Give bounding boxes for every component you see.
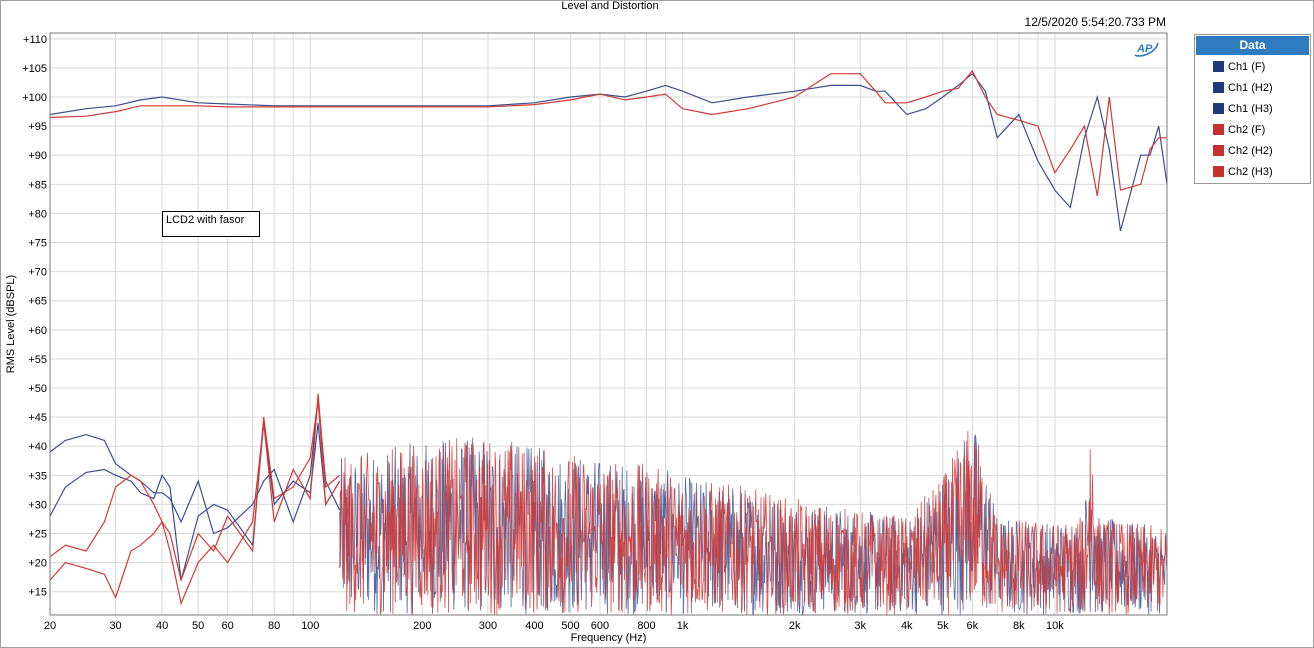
x-tick-label: 5k xyxy=(937,620,949,632)
annotation-box: LCD2 with fasor xyxy=(162,211,260,237)
y-tick-label: +30 xyxy=(28,499,47,511)
legend-label: Ch1 (F) xyxy=(1228,60,1266,73)
harmonic-noise-band xyxy=(339,430,1168,617)
x-tick-label: 8k xyxy=(1013,620,1025,632)
x-tick-label: 40 xyxy=(156,620,168,632)
series-line-ch2-h3- xyxy=(49,393,341,606)
legend-header: Data xyxy=(1196,36,1309,55)
chart-svg: +110 +105 +100 +95 +90 +85 +80 +75 +70 +65 +60 +55 +… xyxy=(5,32,1168,644)
x-tick-label: 50 xyxy=(192,620,204,632)
y-tick-label: +60 xyxy=(28,325,47,337)
y-tick-label: +65 xyxy=(28,296,47,308)
legend-swatch xyxy=(1213,124,1224,135)
x-tick-label: 30 xyxy=(109,620,121,632)
series-line-ch2-f- xyxy=(49,69,1167,197)
y-tick-label: +80 xyxy=(28,208,47,220)
y-tick-label: +25 xyxy=(28,529,47,541)
legend-items: Ch1 (F) Ch1 (H2) Ch1 (H3) Ch2 (F) Ch2 (H2) Ch… xyxy=(1195,56,1310,182)
legend-item[interactable]: Ch2 (H2) xyxy=(1195,140,1310,161)
legend-panel: Data Ch1 (F) Ch1 (H2) Ch1 (H3) Ch2 (F) Ch2 (… xyxy=(1194,34,1311,184)
y-tick-label: +85 xyxy=(28,179,47,191)
y-tick-label: +45 xyxy=(28,412,47,424)
legend-swatch xyxy=(1213,61,1224,72)
x-axis-label: Frequency (Hz) xyxy=(571,632,647,644)
legend-item[interactable]: Ch2 (F) xyxy=(1195,119,1310,140)
legend-label: Ch2 (H2) xyxy=(1228,144,1273,157)
y-tick-label: +100 xyxy=(22,92,47,104)
x-tick-label: 200 xyxy=(413,620,431,632)
y-tick-label: +15 xyxy=(28,587,47,599)
y-tick-label: +110 xyxy=(23,34,47,46)
x-tick-label: 400 xyxy=(525,620,543,632)
x-tick-label: 3k xyxy=(854,620,866,632)
x-tick-label: 60 xyxy=(222,620,234,632)
y-tick-label: +90 xyxy=(28,150,47,162)
x-tick-label: 20 xyxy=(44,620,56,632)
x-tick-label: 600 xyxy=(591,620,609,632)
y-tick-label: +35 xyxy=(28,470,47,482)
y-tick-label: +50 xyxy=(28,383,47,395)
legend-swatch xyxy=(1213,145,1224,156)
legend-item[interactable]: Ch1 (F) xyxy=(1195,56,1310,77)
x-tick-label: 800 xyxy=(637,620,655,632)
legend-label: Ch2 (H3) xyxy=(1228,165,1273,178)
x-tick-label: 10k xyxy=(1046,620,1064,632)
y-axis-label: RMS Level (dBSPL) xyxy=(5,275,17,373)
legend-item[interactable]: Ch1 (H2) xyxy=(1195,77,1310,98)
x-tick-label: 100 xyxy=(301,620,319,632)
legend-label: Ch2 (F) xyxy=(1228,123,1266,136)
x-tick-label: 80 xyxy=(268,620,280,632)
y-tick-label: +105 xyxy=(22,63,47,75)
legend-label: Ch1 (H3) xyxy=(1228,102,1273,115)
y-tick-label: +40 xyxy=(28,441,47,453)
series-line-ch1-h3- xyxy=(49,399,341,535)
x-tick-label: 4k xyxy=(901,620,913,632)
y-tick-label: +55 xyxy=(28,354,47,366)
x-tick-label: 300 xyxy=(479,620,497,632)
x-tick-label: 2k xyxy=(789,620,801,632)
x-tick-label: 6k xyxy=(967,620,979,632)
x-tick-label: 500 xyxy=(561,620,579,632)
legend-swatch xyxy=(1213,82,1224,93)
legend-item[interactable]: Ch2 (H3) xyxy=(1195,161,1310,182)
legend-item[interactable]: Ch1 (H3) xyxy=(1195,98,1310,119)
x-tick-label: 1k xyxy=(677,620,689,632)
y-tick-label: +20 xyxy=(28,558,47,570)
x-axis-ticks: 20 30 40 50 60 80 100 200 300 400 500 600 800 1k 2k 3k 4… xyxy=(44,620,1064,632)
y-axis-ticks: +110 +105 +100 +95 +90 +85 +80 +75 +70 +65 +60 +55 +… xyxy=(22,34,47,599)
y-tick-label: +95 xyxy=(28,121,47,133)
legend-label: Ch1 (H2) xyxy=(1228,81,1273,94)
legend-swatch xyxy=(1213,103,1224,114)
legend-swatch xyxy=(1213,166,1224,177)
y-tick-label: +75 xyxy=(28,238,47,250)
y-tick-label: +70 xyxy=(28,267,47,279)
